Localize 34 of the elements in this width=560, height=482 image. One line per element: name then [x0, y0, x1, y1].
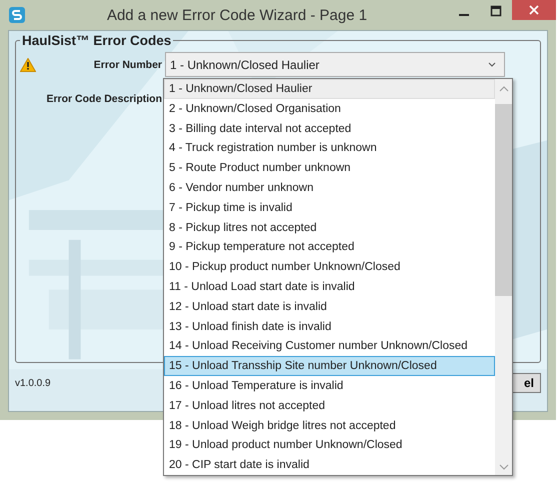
close-icon — [529, 5, 539, 15]
dropdown-item[interactable]: 15 - Unload Transship Site number Unknown/Closed — [164, 356, 495, 376]
dropdown-item[interactable]: 12 - Unload start date is invalid — [164, 296, 495, 317]
dropdown-item[interactable]: 6 - Vendor number unknown — [164, 178, 495, 198]
dropdown-item[interactable]: 1 - Unknown/Closed Haulier — [164, 79, 495, 99]
scroll-down-icon[interactable] — [498, 464, 508, 470]
dropdown-item[interactable]: 18 - Unload Weigh bridge litres not accepted — [164, 416, 495, 436]
dropdown-item[interactable]: 3 - Billing date interval not accepted — [164, 118, 495, 138]
dropdown-item[interactable]: 5 - Route Product number unknown — [164, 158, 495, 178]
error-number-dropdown[interactable]: 1 - Unknown/Closed Haulier — [165, 52, 505, 77]
close-button[interactable] — [512, 0, 556, 20]
dropdown-item[interactable]: 20 - CIP start date is invalid — [164, 455, 495, 475]
field-label: Error Number — [92, 58, 162, 70]
dropdown-item[interactable]: 13 - Unload finish date is invalid — [164, 316, 495, 336]
field-label: Error Code Description — [45, 92, 162, 104]
dropdown-item[interactable]: 8 - Pickup litres not accepted — [164, 218, 495, 238]
dropdown-item[interactable]: 10 - Pickup product number Unknown/Closed — [164, 257, 495, 277]
dropdown-item[interactable]: 7 - Pickup time is invalid — [164, 198, 495, 218]
caret-icon — [488, 62, 496, 68]
app-logo-icon — [8, 6, 26, 24]
dropdown-item[interactable]: 16 - Unload Temperature is invalid — [164, 376, 495, 396]
scroll-up-icon[interactable] — [498, 86, 508, 92]
dropdown-item[interactable]: 19 - Unload product number Unknown/Closed — [164, 435, 495, 456]
group-title: HaulSist™ Error Codes — [21, 33, 172, 48]
dropdown-item[interactable]: 17 - Unload litres not accepted — [164, 396, 495, 416]
dropdown-item[interactable]: 2 - Unknown/Closed Organisation — [164, 98, 495, 119]
scrollbar[interactable] — [495, 79, 512, 475]
dropdown-item[interactable]: 11 - Unload Load start date is invalid — [164, 276, 495, 297]
dropdown-item[interactable]: 4 - Truck registration number is unknown — [164, 138, 495, 158]
maximize-icon[interactable] — [490, 5, 502, 17]
version-label: v1.0.0.9 — [15, 378, 51, 388]
window-title: Add a new Error Code Wizard - Page 1 — [106, 6, 368, 24]
dropdown-item[interactable]: 9 - Pickup temperature not accepted — [164, 237, 495, 258]
dropdown-item[interactable]: 14 - Unload Receiving Customer number Unknown/Closed — [164, 336, 495, 356]
